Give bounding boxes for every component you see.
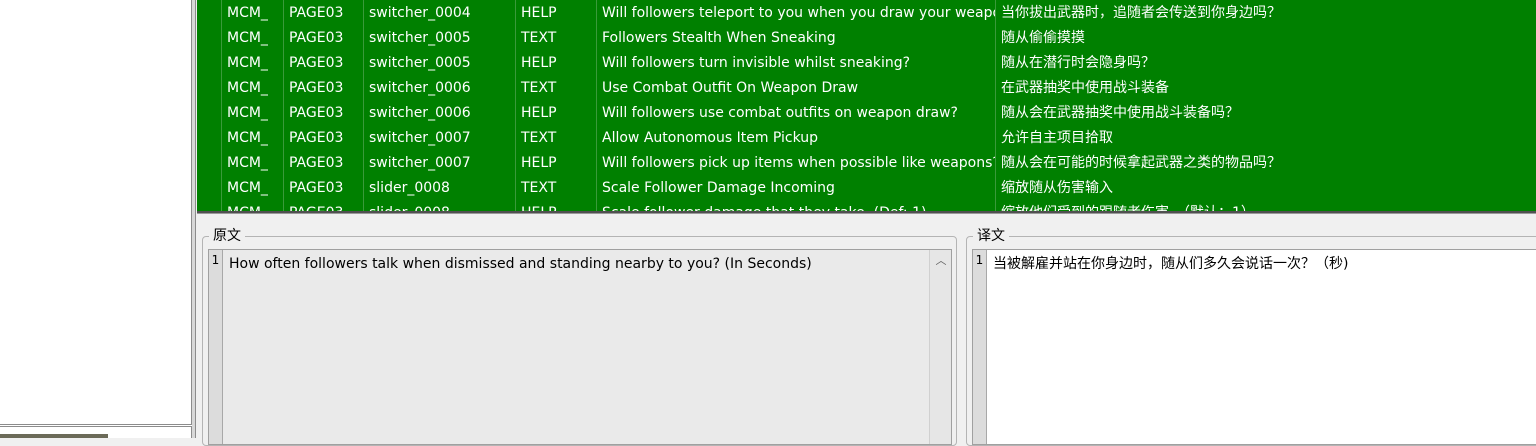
grid-cell-mod: MCM_ <box>227 5 268 21</box>
translation-text-group: 译文 1 当被解雇并站在你身边时，随从们多久会说话一次？（秒) <box>966 227 1536 446</box>
grid-cell-mod: MCM_ <box>227 55 268 71</box>
original-text-editor[interactable]: 1 How often followers talk when dismisse… <box>208 249 952 445</box>
grid-cell-key: switcher_0007 <box>369 155 471 171</box>
original-text-legend: 原文 <box>209 227 245 245</box>
grid-cell-key: switcher_0005 <box>369 55 471 71</box>
table-row[interactable]: MCM_ PAGE03 switcher_0006 TEXT Use Combat Ou… <box>197 76 1536 101</box>
grid-cell-mod: MCM_ <box>227 130 268 146</box>
grid-cell-page: PAGE03 <box>289 5 344 21</box>
grid-cell-translation: 随从会在武器抽奖中使用战斗装备吗？ <box>1001 105 1239 121</box>
grid-cell-translation: 允许自主项目拾取 <box>1001 130 1113 146</box>
grid-cell-mod: MCM_ <box>227 105 268 121</box>
grid-cell-page: PAGE03 <box>289 55 344 71</box>
original-text-scrollbar[interactable]: ︿ <box>929 250 951 444</box>
grid-cell-source: Will followers use combat outfits on wea… <box>602 105 958 121</box>
grid-column-separator <box>596 0 597 211</box>
grid-cell-type: HELP <box>521 55 557 71</box>
table-row[interactable]: MCM_ PAGE03 slider_0008 HELP Scale follower … <box>197 201 1536 213</box>
left-pane-divider <box>0 424 192 427</box>
grid-cell-page: PAGE03 <box>289 130 344 146</box>
translation-text-content[interactable]: 当被解雇并站在你身边时，随从们多久会说话一次？（秒) <box>993 254 1527 274</box>
grid-column-separator <box>363 0 364 211</box>
horizontal-splitter[interactable] <box>197 213 1536 219</box>
grid-cell-page: PAGE03 <box>289 205 344 213</box>
grid-cell-source: Followers Stealth When Sneaking <box>602 30 836 46</box>
string-grid[interactable]: MCM_ PAGE03 switcher_0004 HELP Will follower… <box>197 0 1536 213</box>
translation-text-legend: 译文 <box>973 227 1009 245</box>
grid-cell-type: TEXT <box>521 30 557 46</box>
grid-cell-page: PAGE03 <box>289 155 344 171</box>
grid-cell-key: slider_0008 <box>369 205 450 213</box>
table-row[interactable]: MCM_ PAGE03 slider_0008 TEXT Scale Follower … <box>197 176 1536 201</box>
grid-cell-page: PAGE03 <box>289 30 344 46</box>
grid-cell-key: switcher_0006 <box>369 105 471 121</box>
line-number-gutter: 1 <box>209 250 223 444</box>
table-row[interactable]: MCM_ PAGE03 switcher_0004 HELP Will follower… <box>197 1 1536 26</box>
table-row[interactable]: MCM_ PAGE03 switcher_0005 HELP Will follower… <box>197 51 1536 76</box>
grid-column-separator <box>995 0 996 211</box>
grid-cell-type: TEXT <box>521 80 557 96</box>
grid-cell-source: Will followers pick up items when possib… <box>602 155 996 171</box>
grid-cell-source: Scale Follower Damage Incoming <box>602 180 835 196</box>
grid-cell-mod: MCM_ <box>227 155 268 171</box>
table-row[interactable]: MCM_ PAGE03 switcher_0006 HELP Will follower… <box>197 101 1536 126</box>
original-text-content: How often followers talk when dismissed … <box>229 256 812 272</box>
grid-cell-translation: 随从偷偷摸摸 <box>1001 30 1085 46</box>
grid-cell-key: switcher_0005 <box>369 30 471 46</box>
grid-column-separator <box>221 0 222 211</box>
grid-cell-source: Allow Autonomous Item Pickup <box>602 130 819 146</box>
table-row[interactable]: MCM_ PAGE03 switcher_0005 TEXT Followers Ste… <box>197 26 1536 51</box>
left-pane-thumbnail <box>0 434 108 438</box>
grid-cell-type: HELP <box>521 205 557 213</box>
grid-cell-translation: 缩放他们受到的跟随者伤害。（默认：1） <box>1001 205 1255 213</box>
original-text-group: 原文 1 How often followers talk when dismi… <box>202 227 957 446</box>
grid-cell-type: HELP <box>521 5 557 21</box>
left-pane <box>0 0 192 438</box>
grid-cell-mod: MCM_ <box>227 30 268 46</box>
table-row[interactable]: MCM_ PAGE03 switcher_0007 TEXT Allow Autonom… <box>197 126 1536 151</box>
grid-cell-type: TEXT <box>521 180 557 196</box>
grid-cell-mod: MCM_ <box>227 80 268 96</box>
line-number-gutter: 1 <box>973 250 987 444</box>
grid-cell-key: switcher_0006 <box>369 80 471 96</box>
vertical-splitter[interactable] <box>192 0 196 438</box>
grid-cell-type: HELP <box>521 155 557 171</box>
table-row[interactable]: MCM_ PAGE03 switcher_0007 HELP Will follower… <box>197 151 1536 176</box>
grid-cell-source: Will followers turn invisible whilst sne… <box>602 55 911 71</box>
grid-column-separator <box>283 0 284 211</box>
line-number: 1 <box>211 253 220 267</box>
grid-cell-mod: MCM_ <box>227 180 268 196</box>
grid-cell-source: Scale follower damage that they take. (D… <box>602 205 927 213</box>
grid-cell-translation: 缩放随从伤害输入 <box>1001 180 1113 196</box>
grid-cell-page: PAGE03 <box>289 80 344 96</box>
grid-cell-key: switcher_0007 <box>369 130 471 146</box>
grid-cell-translation: 在武器抽奖中使用战斗装备 <box>1001 80 1169 96</box>
grid-cell-page: PAGE03 <box>289 105 344 121</box>
translation-text-editor[interactable]: 1 当被解雇并站在你身边时，随从们多久会说话一次？（秒) <box>972 249 1536 445</box>
grid-cell-key: slider_0008 <box>369 180 450 196</box>
grid-cell-source: Will followers teleport to you when you … <box>602 5 996 21</box>
grid-cell-page: PAGE03 <box>289 180 344 196</box>
scroll-up-arrow-icon[interactable]: ︿ <box>930 252 951 270</box>
grid-cell-translation: 当你拔出武器时，追随者会传送到你身边吗？ <box>1001 5 1281 21</box>
grid-cell-translation: 随从在潜行时会隐身吗？ <box>1001 55 1155 71</box>
grid-cell-key: switcher_0004 <box>369 5 471 21</box>
grid-cell-type: HELP <box>521 105 557 121</box>
line-number: 1 <box>975 253 984 267</box>
grid-cell-translation: 随从会在可能的时候拿起武器之类的物品吗？ <box>1001 155 1281 171</box>
grid-cell-type: TEXT <box>521 130 557 146</box>
grid-column-separator <box>515 0 516 211</box>
grid-cell-mod: MCM_ <box>227 205 268 213</box>
grid-cell-source: Use Combat Outfit On Weapon Draw <box>602 80 859 96</box>
